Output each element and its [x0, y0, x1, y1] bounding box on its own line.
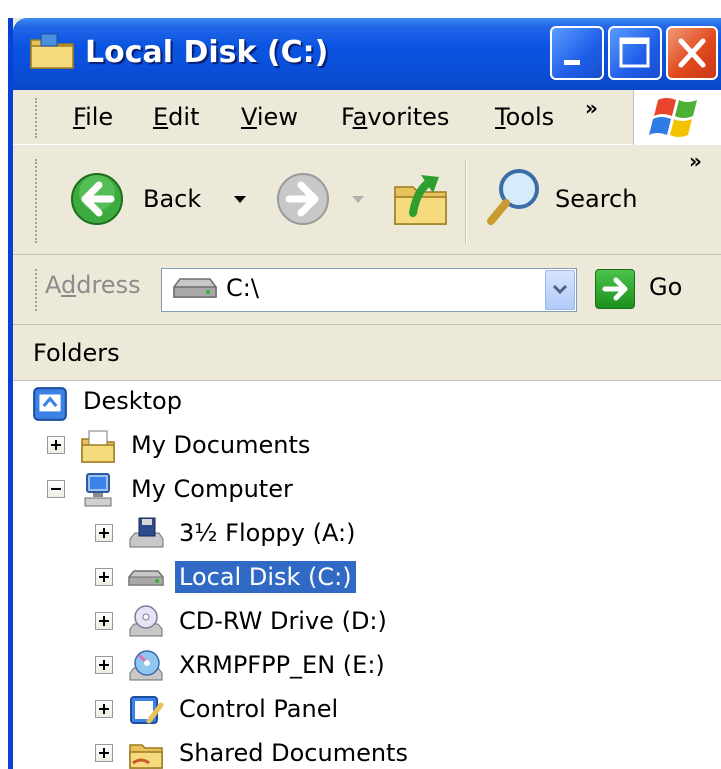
menu-view[interactable]: View	[241, 103, 298, 131]
tree-label-shared-documents: Shared Documents	[179, 739, 408, 767]
tree-item-control-panel[interactable]: Control Panel	[13, 689, 413, 733]
tree-item-local-disk[interactable]: Local Disk (C:)	[13, 557, 413, 601]
expand-icon[interactable]	[95, 744, 113, 762]
tree-label-desktop: Desktop	[83, 387, 182, 415]
toolbar-separator	[465, 159, 467, 243]
expand-icon[interactable]	[95, 656, 113, 674]
forward-button[interactable]	[275, 171, 375, 227]
drive-icon	[173, 278, 217, 298]
address-dropdown-button[interactable]	[545, 270, 575, 310]
control-panel-icon	[130, 696, 164, 724]
tree-label-local-disk: Local Disk (C:)	[175, 561, 356, 593]
tree-label-my-documents: My Documents	[131, 431, 311, 459]
window-title: Local Disk (C:)	[85, 35, 329, 70]
floppy-drive-icon	[129, 517, 164, 548]
my-computer-icon	[84, 473, 112, 507]
desktop-icon	[33, 387, 67, 421]
go-arrow-icon	[602, 277, 628, 301]
menu-file[interactable]: File	[73, 103, 113, 131]
back-dropdown-icon[interactable]	[233, 195, 247, 205]
maximize-button[interactable]	[608, 26, 662, 80]
back-arrow-icon	[71, 173, 123, 225]
menu-edit[interactable]: Edit	[153, 103, 199, 131]
expand-icon[interactable]	[95, 612, 113, 630]
toolbar-grip[interactable]	[35, 159, 39, 243]
address-input[interactable]: C:\	[161, 268, 577, 312]
folder-icon	[30, 33, 74, 69]
address-value: C:\	[226, 274, 259, 302]
expand-icon[interactable]	[47, 436, 65, 454]
close-button[interactable]	[666, 26, 718, 80]
expand-icon[interactable]	[95, 700, 113, 718]
forward-dropdown-icon[interactable]	[351, 195, 365, 205]
expand-icon[interactable]	[95, 524, 113, 542]
tree-label-xrmpfpp: XRMPFPP_EN (E:)	[179, 651, 385, 679]
my-documents-icon	[81, 430, 115, 463]
dvd-drive-icon	[129, 650, 163, 681]
tree-label-my-computer: My Computer	[131, 475, 293, 503]
tree-item-my-documents[interactable]: My Documents	[13, 425, 343, 469]
tree-item-cdrw[interactable]: CD-RW Drive (D:)	[13, 601, 413, 645]
toolbar-overflow-chevron[interactable]: »	[689, 149, 702, 173]
tree-item-desktop[interactable]: Desktop	[13, 381, 313, 425]
tree-item-shared-documents[interactable]: Shared Documents	[13, 733, 433, 769]
addressbar-grip[interactable]	[35, 269, 39, 311]
windows-logo-area	[633, 90, 721, 145]
close-icon	[678, 38, 706, 68]
minimize-icon	[564, 60, 580, 65]
menu-favorites[interactable]: Favorites	[341, 103, 449, 131]
back-button[interactable]: Back	[69, 171, 253, 227]
menu-bar: File Edit View Favorites Tools »	[13, 90, 721, 145]
search-icon	[487, 169, 539, 225]
expand-icon[interactable]	[95, 568, 113, 586]
search-label: Search	[555, 185, 638, 213]
hard-drive-icon	[128, 570, 164, 586]
menu-tools[interactable]: Tools	[495, 103, 554, 131]
tree-item-floppy[interactable]: 3½ Floppy (A:)	[13, 513, 413, 557]
back-label: Back	[143, 185, 202, 213]
menubar-grip[interactable]	[35, 98, 39, 138]
folders-pane-header: Folders	[13, 325, 721, 381]
tree-label-floppy: 3½ Floppy (A:)	[179, 519, 356, 547]
title-bar[interactable]: Local Disk (C:)	[13, 18, 721, 90]
folder-tree: Desktop My Documents My Computer 3½ Flop…	[13, 381, 721, 769]
windows-logo-icon	[649, 98, 697, 137]
folders-header-label: Folders	[33, 339, 120, 367]
forward-arrow-icon	[277, 173, 329, 225]
go-button[interactable]	[595, 269, 635, 309]
go-label[interactable]: Go	[649, 273, 682, 301]
explorer-window: Local Disk (C:) File Edit View Favorites…	[8, 18, 721, 769]
minimize-button[interactable]	[550, 26, 604, 80]
tree-item-my-computer[interactable]: My Computer	[13, 469, 343, 513]
cd-drive-icon	[129, 605, 163, 637]
shared-folder-icon	[129, 744, 163, 769]
address-bar: Address C:\ Go	[13, 255, 721, 325]
tree-label-cdrw: CD-RW Drive (D:)	[179, 607, 387, 635]
chevron-down-icon	[552, 284, 568, 295]
tree-item-xrmpfpp[interactable]: XRMPFPP_EN (E:)	[13, 645, 413, 689]
folder-up-icon	[394, 175, 447, 225]
maximize-icon	[619, 37, 650, 68]
tree-label-control-panel: Control Panel	[179, 695, 339, 723]
search-button[interactable]: Search	[483, 165, 653, 231]
standard-toolbar: Back Search »	[13, 145, 721, 255]
menu-overflow-chevron[interactable]: »	[585, 96, 598, 120]
collapse-icon[interactable]	[47, 480, 65, 498]
up-folder-button[interactable]	[391, 165, 451, 229]
address-label: Address	[45, 271, 141, 299]
